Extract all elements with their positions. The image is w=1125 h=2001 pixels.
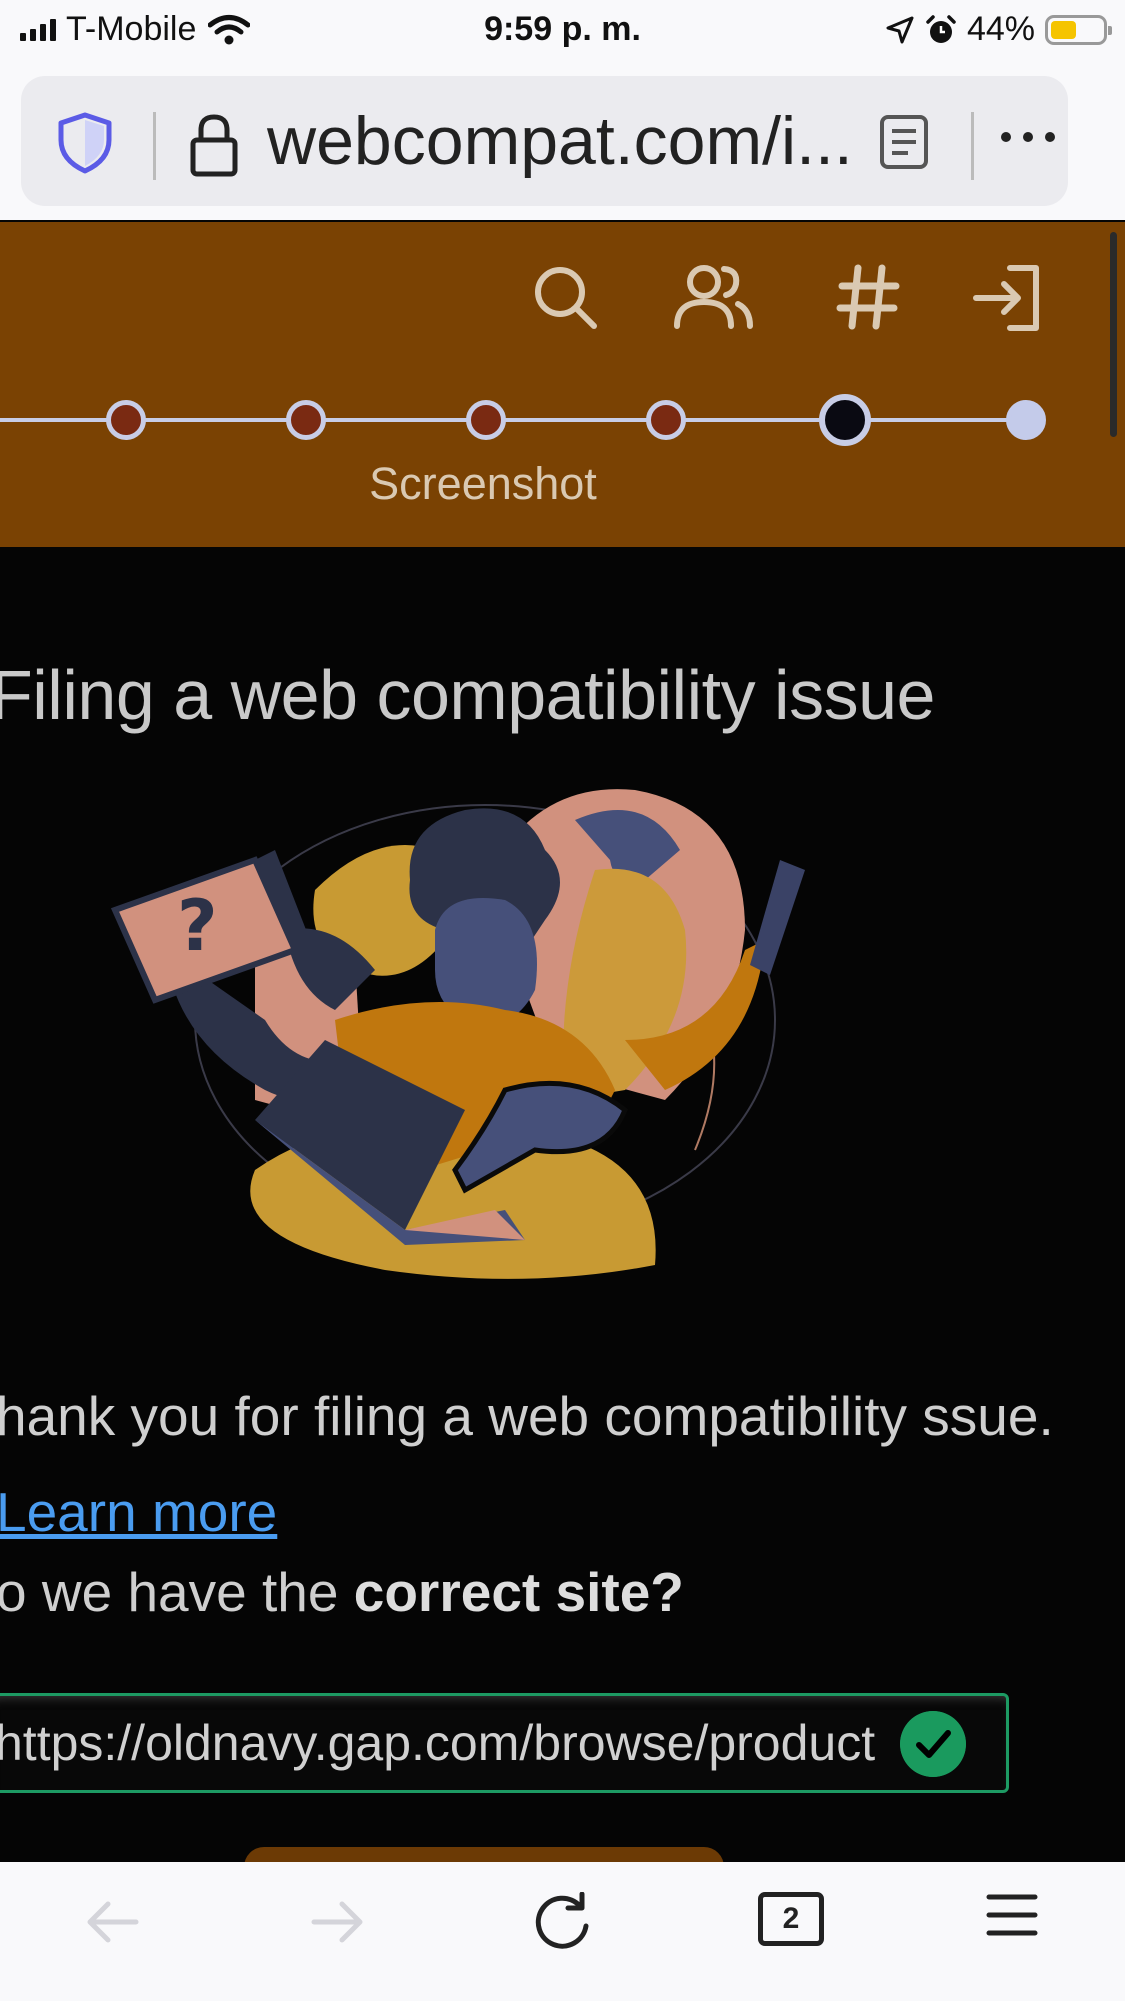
location-icon — [886, 16, 914, 43]
shield-icon[interactable] — [57, 112, 113, 174]
intro-line: hank you for filing a web compatibility … — [0, 1385, 1054, 1447]
more-icon[interactable] — [1001, 132, 1055, 142]
divider — [153, 112, 156, 180]
address-bar[interactable]: webcompat.com/i... — [21, 76, 1068, 206]
back-icon[interactable] — [82, 1892, 142, 1952]
carrier-name: T-Mobile — [66, 10, 197, 48]
progress-step-3 — [466, 400, 506, 440]
lock-icon — [190, 114, 238, 177]
login-icon[interactable] — [972, 262, 1044, 334]
page-title: Filing a web compatibility issue — [0, 656, 935, 734]
scrollbar[interactable] — [1110, 232, 1117, 437]
question-bold: correct site? — [353, 1561, 684, 1623]
alarm-icon — [926, 14, 956, 43]
people-illustration: ? — [110, 789, 805, 1279]
users-icon[interactable] — [672, 262, 754, 332]
browser-toolbar: 2 — [0, 1862, 1125, 2001]
progress-step-6 — [1006, 400, 1046, 440]
url-text[interactable]: webcompat.com/i... — [267, 102, 853, 180]
site-url-input[interactable] — [0, 1696, 885, 1790]
progress-step-4 — [646, 400, 686, 440]
battery-icon — [1045, 14, 1112, 45]
signal-icon — [20, 18, 56, 41]
step-label: Screenshot — [369, 458, 597, 509]
menu-icon[interactable] — [986, 1892, 1038, 1938]
intro-text: hank you for filing a web compatibility … — [0, 1368, 1056, 1560]
progress-step-1 — [106, 400, 146, 440]
site-header: Screenshot — [0, 222, 1125, 547]
progress-step-2 — [286, 400, 326, 440]
wifi-icon — [208, 14, 251, 44]
browser-url-area: webcompat.com/i... — [0, 68, 1125, 220]
check-icon — [900, 1711, 966, 1777]
tabs-button[interactable]: 2 — [758, 1892, 824, 1946]
learn-more-link[interactable]: Learn more — [0, 1481, 277, 1543]
search-icon[interactable] — [530, 262, 600, 332]
site-question: o we have the correct site? — [0, 1560, 684, 1624]
progress-step-current — [819, 394, 871, 446]
battery-percent: 44% — [966, 10, 1035, 48]
svg-text:?: ? — [177, 885, 218, 967]
question-prefix: o we have the — [0, 1561, 354, 1623]
progress-track — [0, 418, 1025, 422]
divider — [971, 112, 974, 180]
forward-icon[interactable] — [308, 1892, 368, 1952]
status-bar: T-Mobile 9:59 p. m. 44% — [0, 0, 1125, 68]
reload-icon[interactable] — [532, 1892, 594, 1952]
site-url-field[interactable] — [0, 1693, 1009, 1793]
reader-mode-icon[interactable] — [879, 114, 929, 170]
hash-icon[interactable] — [836, 262, 900, 332]
